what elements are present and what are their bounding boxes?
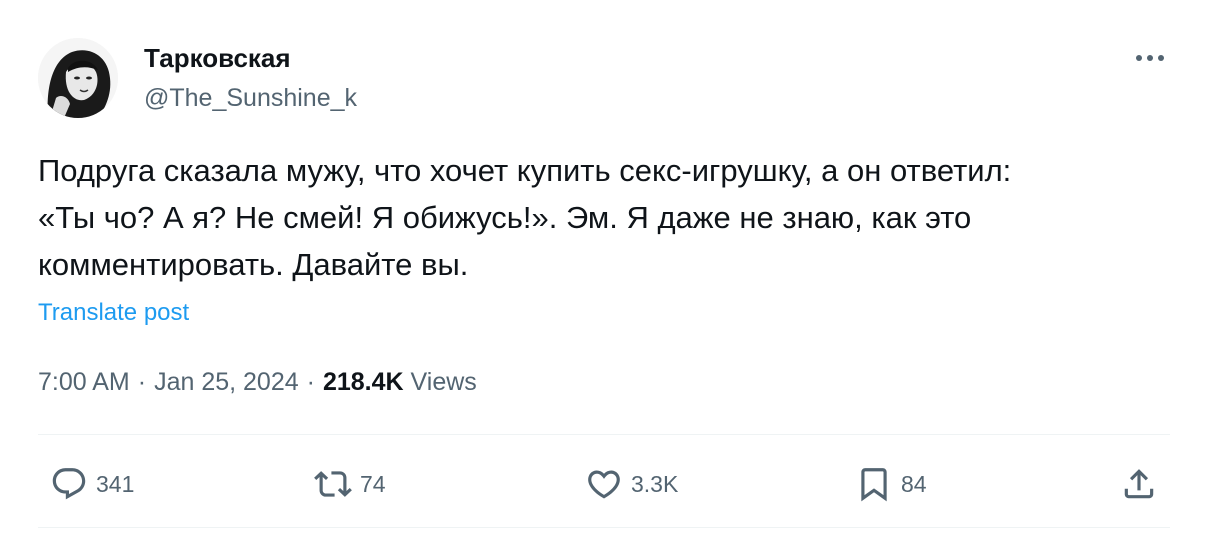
like-button[interactable]: 3.3K (585, 463, 678, 505)
tweet-card: Тарковская @The_Sunshine_k Подруга сказа… (0, 0, 1214, 540)
translate-post-link[interactable]: Translate post (38, 298, 189, 328)
retweet-button[interactable]: 74 (314, 463, 386, 505)
like-count: 3.3K (631, 470, 679, 497)
author-display-name[interactable]: Тарковская (144, 42, 291, 74)
divider (38, 527, 1170, 528)
avatar[interactable] (38, 38, 118, 118)
heart-icon (585, 465, 623, 503)
share-icon (1120, 465, 1158, 503)
meta-separator: · (306, 368, 315, 396)
tweet-date[interactable]: Jan 25, 2024 (154, 368, 299, 396)
share-button[interactable] (1120, 463, 1158, 505)
reply-icon (50, 465, 88, 503)
more-icon (1136, 55, 1164, 61)
reply-count: 341 (96, 470, 135, 497)
views-label: Views (410, 368, 477, 396)
retweet-count: 74 (360, 470, 386, 497)
meta-separator: · (137, 368, 147, 396)
more-options-button[interactable] (1130, 44, 1170, 72)
author-handle[interactable]: @The_Sunshine_k (144, 83, 357, 113)
avatar-image (38, 38, 118, 118)
views-count[interactable]: 218.4K (323, 368, 404, 396)
tweet-metadata: 7:00 AM · Jan 25, 2024 · 218.4K Views (38, 366, 477, 398)
bookmark-icon (855, 465, 893, 503)
reply-button[interactable]: 341 (50, 463, 134, 505)
tweet-text: Подруга сказала мужу, что хочет купить с… (38, 153, 1012, 282)
retweet-icon (314, 465, 352, 503)
tweet-time[interactable]: 7:00 AM (38, 368, 130, 396)
divider (38, 434, 1170, 435)
bookmark-button[interactable]: 84 (855, 463, 927, 505)
bookmark-count: 84 (901, 470, 927, 497)
